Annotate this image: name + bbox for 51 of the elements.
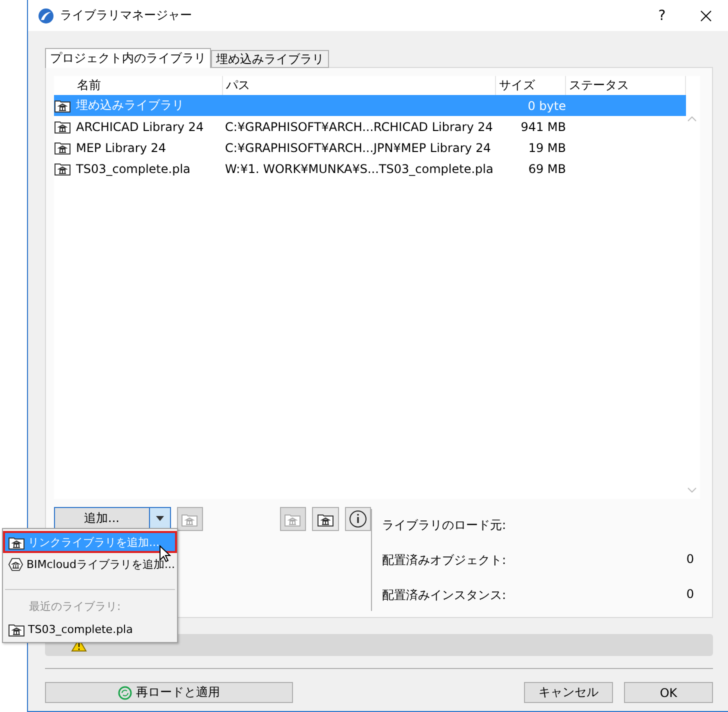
tab[interactable]: 埋め込みライブラリ: [211, 50, 329, 68]
help-button[interactable]: ?: [646, 8, 678, 24]
path-cell-text: C:¥GRAPHISOFT¥ARCH...JPN¥MEP Library 24: [224, 140, 492, 154]
library-icon: [54, 98, 71, 113]
name-cell-text: 埋め込みライブラリ: [75, 97, 185, 114]
library-row[interactable]: ARCHICAD Library 24 C:¥GRAPHISOFT¥ARCH...RCHICAD Library 24 941 MB: [54, 116, 686, 137]
window-title: ライブラリマネージャー: [60, 7, 193, 24]
library-icon: [284, 512, 302, 527]
library-icon: [8, 534, 25, 550]
info-label: ライブラリのロード元:: [382, 517, 506, 534]
path-cell-text: W:¥1. WORK¥MUNKA¥S...TS03_complete.pla: [224, 162, 494, 176]
menu-label: リンクライブラリを追加...: [28, 534, 160, 550]
name-cell-text: MEP Library 24: [75, 140, 168, 154]
name-cell-text: ARCHICAD Library 24: [75, 120, 205, 134]
size-cell-text: 941 MB: [520, 120, 566, 134]
library-icon: [8, 622, 25, 636]
library-row[interactable]: TS03_complete.pla W:¥1. WORK¥MUNKA¥S...TS03_complete.pla 69 MB: [54, 158, 686, 179]
tab[interactable]: プロジェクト内のライブラリ: [45, 48, 211, 68]
remove-library-button[interactable]: [176, 507, 203, 532]
scroll-down-icon[interactable]: [687, 487, 697, 494]
app-logo-icon: [38, 8, 54, 24]
refresh-icon: [118, 686, 132, 700]
menu-heading: 最近のライブラリ:: [28, 599, 122, 615]
reload-library-button[interactable]: [312, 507, 339, 532]
cancel-button[interactable]: キャンセル: [524, 682, 613, 703]
menu-label: TS03_complete.pla: [28, 622, 133, 636]
menu-item[interactable]: TS03_complete.pla: [3, 618, 177, 640]
info-label: 配置済みインスタンス:: [382, 587, 506, 604]
import-library-button[interactable]: [280, 507, 306, 532]
library-icon: [316, 512, 334, 527]
add-button[interactable]: 追加...: [54, 507, 171, 530]
reload-apply-button[interactable]: 再ロードと適用: [45, 682, 293, 703]
info-label: 配置済みオブジェクト:: [382, 552, 506, 570]
cloud-library-icon: [8, 556, 24, 572]
info-value: 0: [686, 587, 694, 604]
size-cell-text: 19 MB: [527, 140, 566, 154]
menu-item[interactable]: BIMcloudライブラリを追加...: [3, 553, 177, 575]
library-icon: [181, 512, 198, 527]
path-cell-text: C:¥GRAPHISOFT¥ARCH...RCHICAD Library 24: [224, 120, 494, 134]
close-icon: [700, 10, 712, 22]
size-cell-text: 69 MB: [527, 162, 566, 176]
name-cell-text: TS03_complete.pla: [75, 162, 192, 176]
size-cell-text: 0 byte: [526, 98, 566, 112]
library-row[interactable]: MEP Library 24 C:¥GRAPHISOFT¥ARCH...JPN¥MEP Library 24 19 MB: [54, 137, 686, 158]
ok-button[interactable]: OK: [624, 682, 713, 703]
caret-icon[interactable]: [156, 516, 164, 521]
info-button[interactable]: [344, 507, 371, 532]
menu-label: BIMcloudライブラリを追加...: [26, 556, 175, 572]
warning-bar[interactable]: [45, 634, 713, 656]
scroll-up-icon[interactable]: [687, 116, 697, 122]
info-value: 0: [686, 552, 694, 568]
